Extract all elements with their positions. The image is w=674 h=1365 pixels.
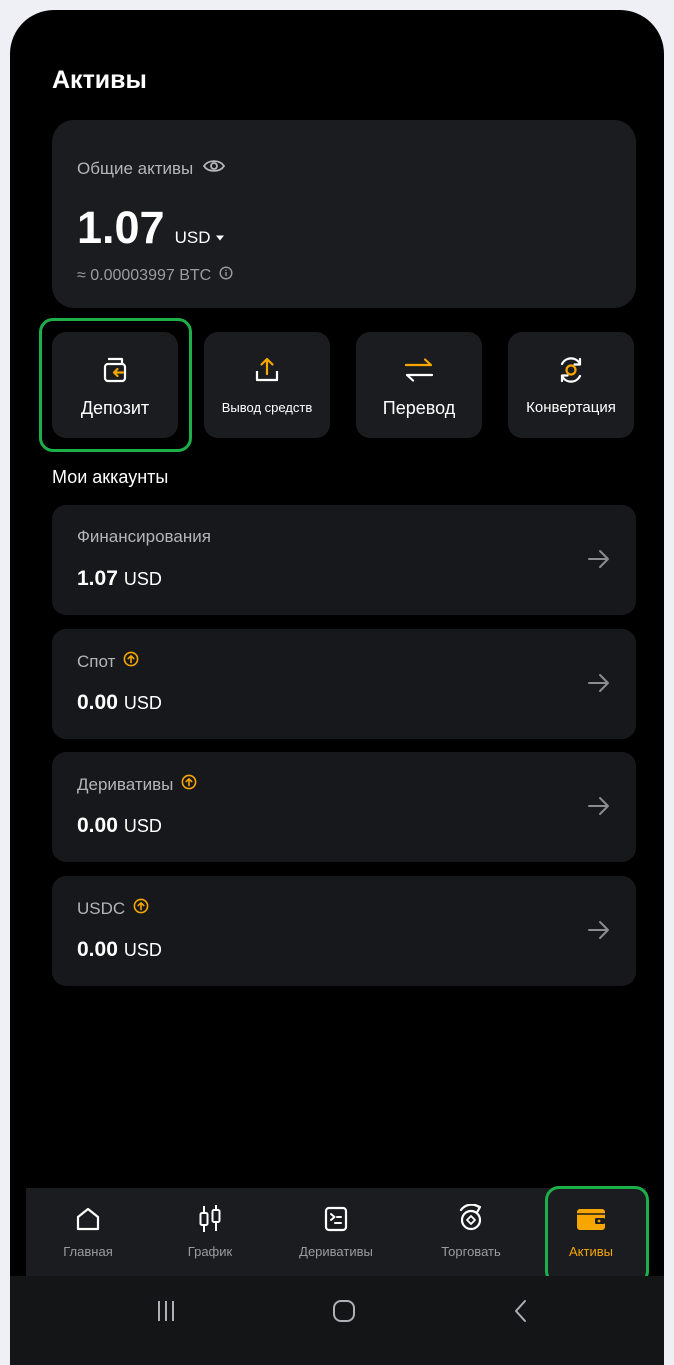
tab-label: Главная <box>63 1244 113 1259</box>
account-balance: 0.00 USD <box>77 938 162 962</box>
upgrade-icon <box>181 774 197 795</box>
home-nav-icon[interactable] <box>332 1298 356 1329</box>
btc-equivalent-row: ≈ 0.00003997 BTC <box>77 266 233 285</box>
back-nav-icon[interactable] <box>512 1298 528 1329</box>
account-balance-value: 0.00 <box>77 691 118 714</box>
total-amount: 1.07 USD <box>77 202 225 254</box>
account-balance-value: 1.07 <box>77 567 118 590</box>
app-screen: Активы Общие активы 1.07 USD ≈ 0.0000399… <box>10 10 664 1365</box>
account-row-usdc[interactable]: USDC 0.00 USD <box>52 876 636 986</box>
account-balance: 0.00 USD <box>77 814 162 838</box>
tab-chart[interactable]: График <box>155 1188 265 1276</box>
account-balance-value: 0.00 <box>77 938 118 961</box>
caret-down-icon <box>215 235 224 241</box>
total-amount-value: 1.07 <box>77 202 165 253</box>
deposit-highlight-frame <box>39 318 192 452</box>
account-name: Спот <box>77 651 139 672</box>
account-balance: 0.00 USD <box>77 691 162 715</box>
account-row-derivatives[interactable]: Деривативы 0.00 USD <box>52 752 636 862</box>
derivatives-icon <box>322 1204 350 1234</box>
account-name-label: Финансирования <box>77 527 211 546</box>
total-assets-label-row: Общие активы <box>77 158 226 179</box>
account-balance-currency: USD <box>123 816 162 836</box>
tab-home[interactable]: Главная <box>33 1188 143 1276</box>
candlestick-icon <box>196 1204 224 1234</box>
system-nav-bar <box>10 1276 664 1365</box>
account-name-label: Спот <box>77 651 116 671</box>
tab-trade[interactable]: Торговать <box>416 1188 526 1276</box>
withdraw-button[interactable]: Вывод средств <box>204 332 330 438</box>
tab-derivatives[interactable]: Деривативы <box>281 1188 391 1276</box>
account-name-label: Деривативы <box>77 774 174 794</box>
arrow-right-icon <box>588 549 610 574</box>
arrow-right-icon <box>588 673 610 698</box>
upgrade-icon <box>123 651 139 672</box>
account-balance-currency: USD <box>123 569 162 589</box>
account-balance: 1.07 USD <box>77 567 162 591</box>
account-name: Деривативы <box>77 774 197 795</box>
account-name-label: USDC <box>77 898 126 918</box>
upgrade-icon <box>133 898 149 919</box>
currency-selector[interactable]: USD <box>175 228 225 248</box>
page-title: Активы <box>52 66 147 94</box>
trade-icon <box>456 1204 486 1234</box>
tab-label: График <box>187 1244 233 1259</box>
tab-label: Деривативы <box>299 1244 373 1259</box>
convert-label: Конвертация <box>526 399 616 416</box>
account-name: Финансирования <box>77 527 211 547</box>
eye-icon[interactable] <box>203 158 226 179</box>
convert-coin-icon <box>556 356 586 384</box>
currency-label: USD <box>174 228 211 247</box>
arrow-right-icon <box>588 796 610 821</box>
transfer-label: Перевод <box>382 398 456 418</box>
total-assets-label: Общие активы <box>77 158 194 178</box>
account-balance-value: 0.00 <box>77 814 118 837</box>
upload-icon <box>253 356 281 384</box>
total-assets-card: Общие активы 1.07 USD ≈ 0.00003997 BTC <box>52 120 636 308</box>
account-balance-currency: USD <box>123 940 162 960</box>
account-row-funding[interactable]: Финансирования 1.07 USD <box>52 505 636 615</box>
recent-apps-icon[interactable] <box>156 1298 176 1329</box>
transfer-arrows-icon <box>403 356 435 384</box>
transfer-button[interactable]: Перевод <box>356 332 482 438</box>
arrow-right-icon <box>588 920 610 945</box>
assets-tab-highlight-frame <box>545 1186 649 1285</box>
account-row-spot[interactable]: Спот 0.00 USD <box>52 629 636 739</box>
tab-label: Торговать <box>441 1244 501 1259</box>
home-icon <box>74 1204 102 1234</box>
withdraw-label: Вывод средств <box>221 400 313 415</box>
account-name: USDC <box>77 898 149 919</box>
my-accounts-title: Мои аккаунты <box>52 467 169 487</box>
info-icon[interactable] <box>219 266 233 285</box>
convert-button[interactable]: Конвертация <box>508 332 634 438</box>
account-balance-currency: USD <box>123 693 162 713</box>
btc-equivalent: ≈ 0.00003997 BTC <box>77 266 212 284</box>
